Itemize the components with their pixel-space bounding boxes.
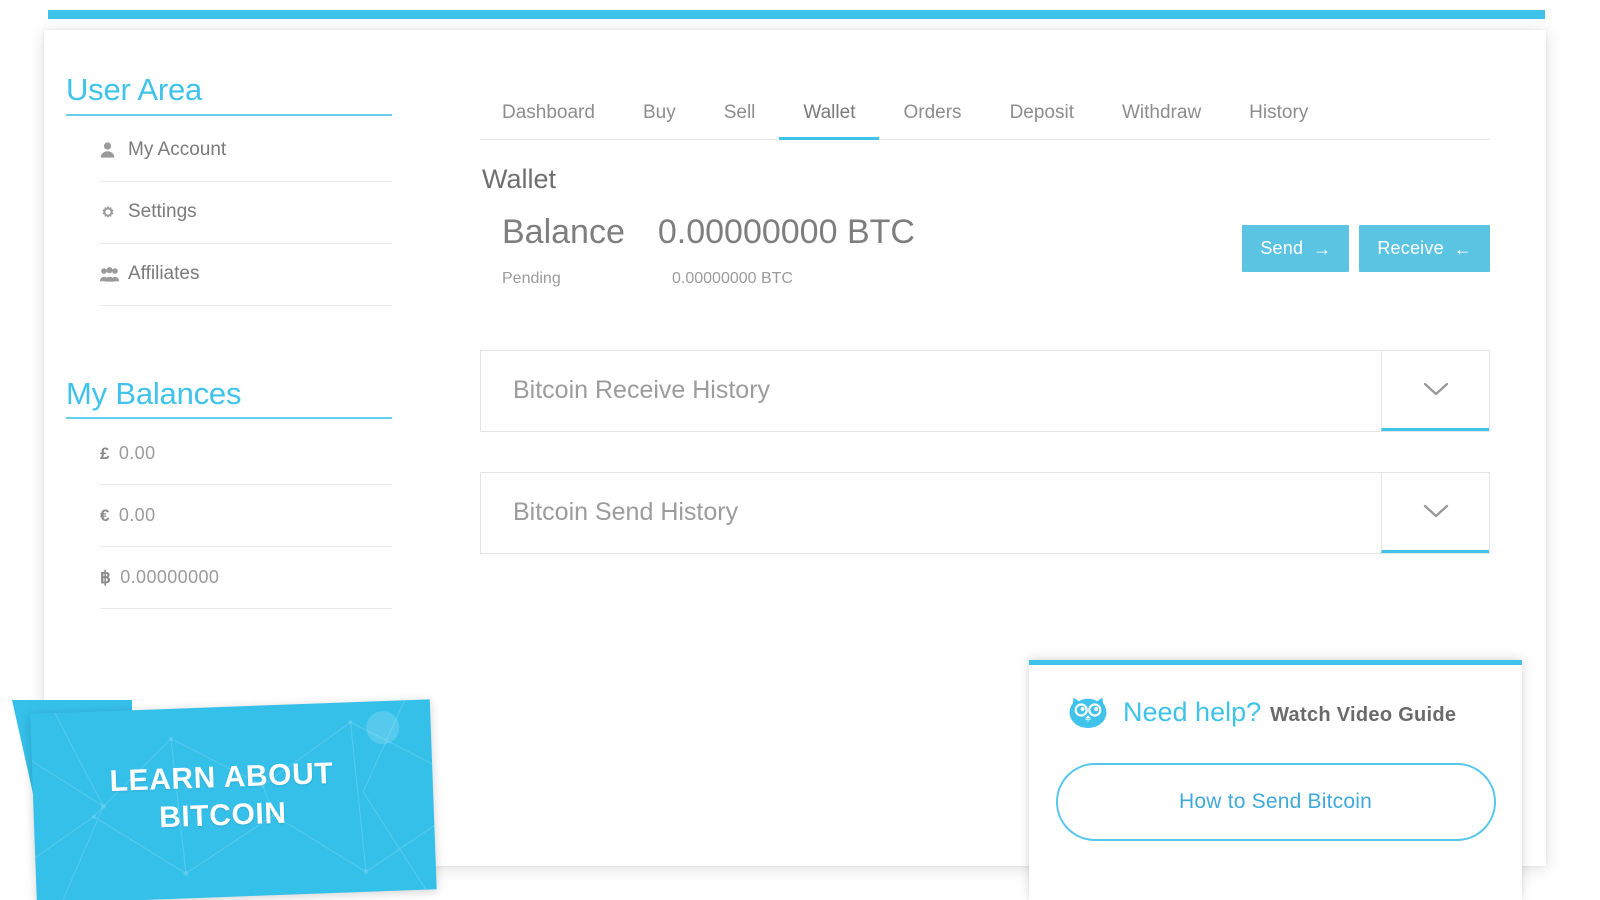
sidebar-list-balances: £ 0.00 € 0.00 ฿ 0.00000000 (66, 423, 392, 610)
top-accent-bar (48, 10, 1545, 19)
pending-value: 0.00000000 BTC (672, 269, 793, 287)
arrow-right-icon: → (1313, 238, 1332, 259)
pending-label: Pending (502, 269, 561, 287)
users-group-icon (100, 266, 120, 282)
tab-orders[interactable]: Orders (879, 103, 985, 139)
sidebar-item-label: Settings (128, 201, 197, 223)
sidebar-item-my-account[interactable]: My Account (100, 120, 392, 182)
accordion-toggle-receive[interactable] (1381, 350, 1489, 431)
tab-withdraw[interactable]: Withdraw (1098, 103, 1225, 139)
receive-button[interactable]: Receive ← (1359, 225, 1490, 272)
sidebar-item-settings[interactable]: Settings (100, 182, 392, 244)
tab-sell[interactable]: Sell (700, 103, 780, 139)
balance-item-btc: ฿ 0.00000000 (100, 547, 392, 610)
sidebar-section-user-area: User Area My Account Settings Affiliates (66, 72, 392, 306)
sidebar-item-label: My Account (128, 139, 227, 161)
chevron-down-icon (1422, 503, 1450, 519)
tab-deposit[interactable]: Deposit (986, 103, 1098, 139)
tab-wallet[interactable]: Wallet (779, 103, 880, 140)
currency-symbol-gbp: £ (100, 443, 110, 463)
gear-icon (100, 204, 120, 220)
balance-value: 0.00000000 BTC (657, 213, 915, 251)
balance-item-eur: € 0.00 (100, 485, 392, 548)
chevron-down-icon (1422, 381, 1450, 397)
tab-history[interactable]: History (1225, 103, 1332, 139)
history-accordions: Bitcoin Receive History Bitcoin Send His… (480, 349, 1490, 554)
accordion-bitcoin-receive-history[interactable]: Bitcoin Receive History (480, 349, 1490, 432)
sidebar-heading-user-area: User Area (66, 72, 392, 116)
currency-symbol-eur: € (100, 505, 110, 525)
help-title-main: Need help? (1123, 696, 1262, 727)
send-button-label: Send (1260, 238, 1304, 258)
receive-button-label: Receive (1377, 238, 1444, 258)
sidebar-heading-my-balances: My Balances (66, 376, 392, 420)
wallet-actions: Send → Receive ← (1242, 225, 1490, 272)
accordion-bitcoin-send-history[interactable]: Bitcoin Send History (480, 471, 1490, 554)
main-tabs: Dashboard Buy Sell Wallet Orders Deposit… (480, 76, 1490, 140)
page-title: Wallet (482, 164, 557, 194)
send-button[interactable]: Send → (1242, 225, 1350, 272)
sidebar: User Area My Account Settings Affiliates… (44, 30, 444, 866)
owl-mascot-icon (1067, 691, 1109, 733)
pending-row: Pending 0.00000000 BTC (502, 270, 1490, 288)
balance-label: Balance (502, 213, 625, 251)
help-title-sub: Watch Video Guide (1270, 703, 1457, 726)
balance-block: Balance 0.00000000 BTC Pending 0.0000000… (480, 211, 1490, 288)
tab-buy[interactable]: Buy (619, 103, 700, 139)
currency-symbol-btc: ฿ (100, 567, 112, 587)
balance-item-gbp: £ 0.00 (100, 423, 392, 486)
sidebar-section-my-balances: My Balances £ 0.00 € 0.00 ฿ 0.00000000 (66, 376, 392, 610)
sidebar-list-user-area: My Account Settings Affiliates (66, 120, 392, 306)
tab-dashboard[interactable]: Dashboard (480, 103, 619, 139)
help-widget-title: Need help? Watch Video Guide (1123, 697, 1456, 728)
sidebar-item-affiliates[interactable]: Affiliates (100, 244, 392, 306)
accordion-toggle-send[interactable] (1381, 472, 1489, 553)
accordion-title[interactable]: Bitcoin Receive History (481, 351, 1381, 431)
balance-amount: 0.00 (118, 443, 156, 464)
how-to-send-bitcoin-button[interactable]: How to Send Bitcoin (1055, 763, 1496, 841)
balance-amount: 0.00 (118, 505, 156, 526)
user-icon (100, 142, 120, 158)
sidebar-item-label: Affiliates (128, 263, 200, 285)
help-widget: Need help? Watch Video Guide How to Send… (1029, 660, 1522, 900)
balance-amount: 0.00000000 (120, 567, 220, 588)
accordion-title[interactable]: Bitcoin Send History (481, 473, 1381, 553)
help-widget-header: Need help? Watch Video Guide (1053, 691, 1498, 733)
arrow-left-icon: ← (1453, 238, 1472, 259)
